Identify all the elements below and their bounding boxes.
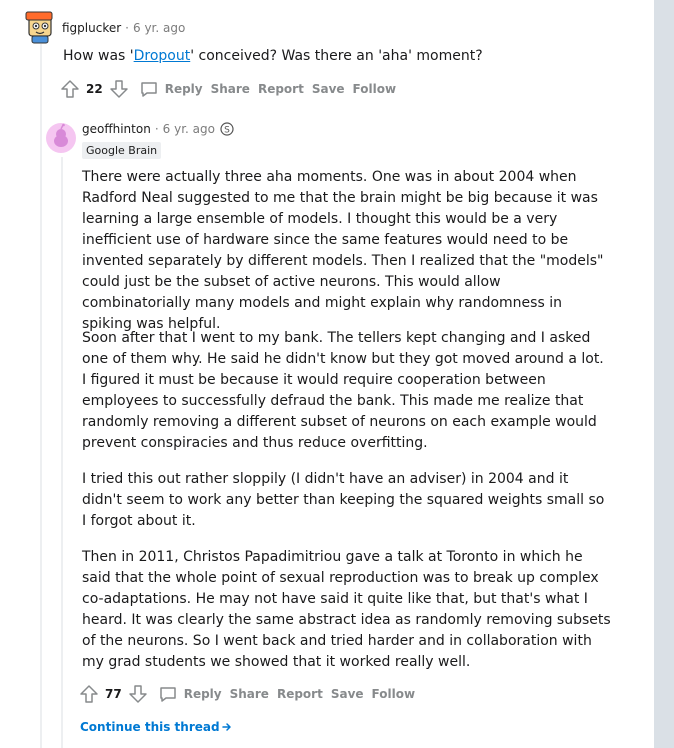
follow-button[interactable]: Follow [353,82,397,96]
comment-actions: 77 Reply Share Report Save Follow [79,682,415,706]
comment-actions: 22 Reply Share Report Save Follow [60,77,396,101]
comment-paragraph: There were actually three aha moments. O… [82,169,604,332]
continue-thread-link[interactable]: Continue this thread [80,720,232,734]
comment-body: How was 'Dropout' conceived? Was there a… [63,46,483,67]
save-button[interactable]: Save [331,687,364,701]
comment-paragraph: Soon after that I went to my bank. The t… [82,330,604,451]
thread-line[interactable] [61,157,63,748]
comment-meta: geoffhinton · 6 yr. ago S [82,122,234,136]
reply-label: Reply [183,687,222,701]
separator-dot: · [154,122,159,136]
comment-bubble-icon [159,687,176,702]
comment-meta: figplucker · 6 yr. ago [62,21,185,35]
report-button[interactable]: Report [277,687,323,701]
share-button[interactable]: Share [211,82,250,96]
downvote-icon[interactable] [128,684,148,704]
thread-line[interactable] [40,44,42,748]
follow-button[interactable]: Follow [372,687,416,701]
comment-text: How was ' [63,48,134,64]
report-button[interactable]: Report [258,82,304,96]
save-button[interactable]: Save [312,82,345,96]
vote-score: 22 [86,82,103,96]
comment-paragraph: Then in 2011, Christos Papadimitriou gav… [82,549,611,670]
arrow-right-icon [221,723,231,731]
comment-bubble-icon [140,82,157,97]
continue-thread-label: Continue this thread [80,720,220,734]
username[interactable]: figplucker [62,21,121,35]
comment-thread: figplucker · 6 yr. ago How was 'Dropout'… [0,0,654,748]
timestamp[interactable]: 6 yr. ago [133,21,185,35]
reply-button[interactable]: Reply [139,79,203,99]
dropout-link[interactable]: Dropout [134,48,191,64]
upvote-icon[interactable] [60,79,80,99]
svg-text:S: S [224,126,230,136]
silver-award-icon[interactable]: S [220,122,234,136]
upvote-icon[interactable] [79,684,99,704]
separator-dot: · [125,21,129,35]
downvote-icon[interactable] [109,79,129,99]
vote-score: 77 [105,687,122,701]
username[interactable]: geoffhinton [82,122,151,136]
reply-label: Reply [164,82,203,96]
share-button[interactable]: Share [230,687,269,701]
reply-button[interactable]: Reply [158,684,222,704]
comment-paragraph: I tried this out rather sloppily (I didn… [82,471,605,529]
avatar[interactable] [24,10,54,44]
user-flair: Google Brain [82,142,162,159]
timestamp[interactable]: 6 yr. ago [163,122,215,136]
comment-text: ' conceived? Was there an 'aha' moment? [190,48,483,64]
avatar[interactable] [46,123,76,153]
